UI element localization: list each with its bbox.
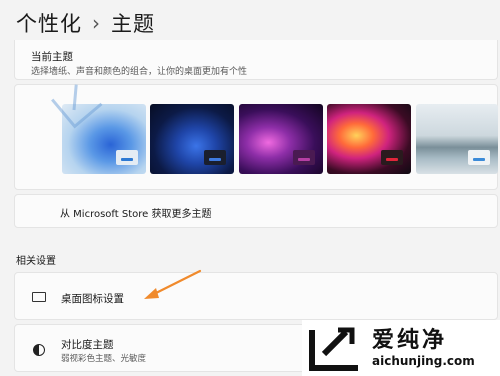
breadcrumb-separator: › bbox=[92, 11, 101, 35]
theme-color-chip bbox=[468, 150, 490, 165]
watermark-text: 爱纯净 bbox=[372, 328, 448, 353]
breadcrumb-parent[interactable]: 个性化 bbox=[16, 8, 82, 38]
watermark-url: aichunjing.com bbox=[372, 354, 475, 368]
theme-color-chip bbox=[381, 150, 403, 165]
theme-thumb-glow[interactable] bbox=[239, 104, 323, 174]
theme-thumb-windows-dark[interactable] bbox=[150, 104, 234, 174]
contrast-icon bbox=[33, 344, 45, 356]
contrast-themes-description: 弱视彩色主题、光敏度 bbox=[61, 354, 147, 364]
theme-color-chip bbox=[116, 150, 138, 165]
page-title: 主题 bbox=[111, 12, 155, 36]
desktop-icon-settings-row[interactable]: 桌面图标设置 bbox=[14, 272, 498, 320]
store-themes-row[interactable]: 从 Microsoft Store 获取更多主题 bbox=[14, 194, 498, 228]
watermark-logo-faint-icon bbox=[51, 84, 103, 129]
monitor-icon bbox=[32, 292, 46, 302]
desktop-icon-settings-label: 桌面图标设置 bbox=[61, 293, 124, 305]
theme-color-chip bbox=[204, 150, 226, 165]
theme-thumb-captured-motion[interactable] bbox=[327, 104, 411, 174]
watermark: 爱纯净 aichunjing.com bbox=[302, 320, 500, 376]
theme-color-chip bbox=[293, 150, 315, 165]
annotation-arrow-icon bbox=[144, 269, 202, 299]
store-themes-label: 从 Microsoft Store 获取更多主题 bbox=[60, 209, 212, 220]
related-settings-heading: 相关设置 bbox=[16, 256, 56, 267]
watermark-logo-icon bbox=[309, 327, 358, 371]
breadcrumb: 个性化 › 主题 bbox=[16, 8, 155, 38]
theme-thumb-flow[interactable] bbox=[416, 104, 498, 174]
contrast-themes-label: 对比度主题 bbox=[61, 339, 114, 351]
